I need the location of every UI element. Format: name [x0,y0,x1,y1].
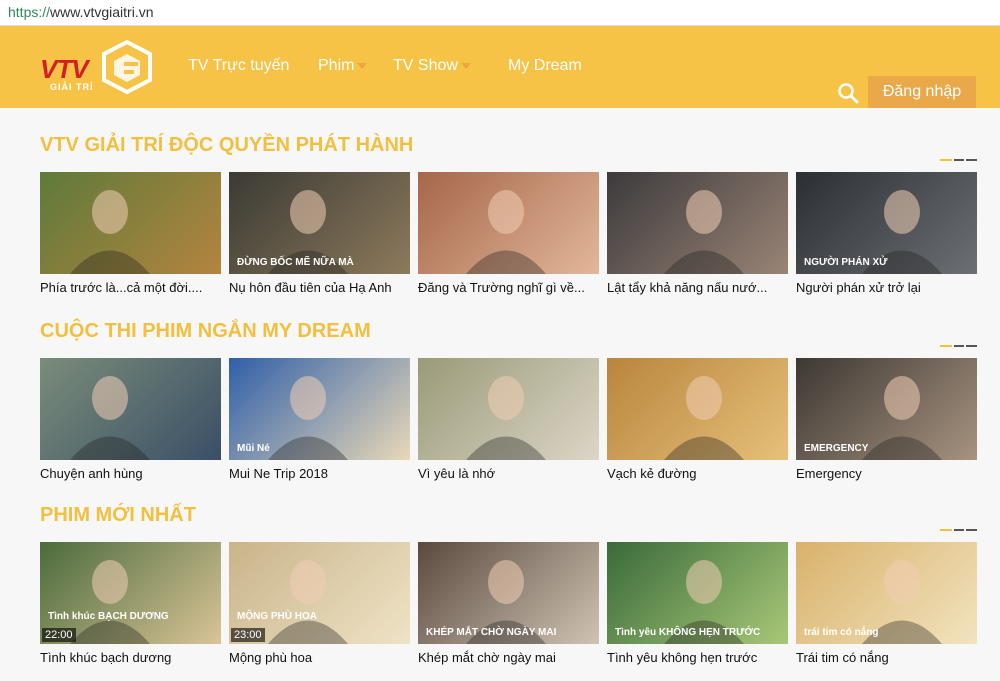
section-title: PHIM MỚI NHẤT [40,504,196,526]
video-title[interactable]: Nụ hôn đầu tiên của Hạ Anh [229,280,410,295]
video-title[interactable]: Chuyện anh hùng [40,466,221,481]
slider-dot[interactable] [940,159,952,161]
video-title[interactable]: Phía trước là...cả một đời.... [40,280,221,295]
thumbnail-caption: MỘNG PHÙ HOA [237,611,317,622]
slider-dot[interactable] [966,345,977,347]
video-thumbnail[interactable]: Mũi Né [229,358,410,460]
thumbnail-caption: KHÉP MẮT CHỜ NGÀY MAI [426,627,557,638]
search-icon[interactable] [837,82,859,104]
video-thumbnail[interactable] [418,172,599,274]
video-thumbnail[interactable] [607,358,788,460]
video-card[interactable]: Chuyện anh hùng [40,358,221,481]
video-thumbnail[interactable] [607,172,788,274]
nav-item-2[interactable]: TV Show [393,57,471,75]
site-logo[interactable]: VTV GIẢI TRÍ [38,40,153,94]
nav-item-3[interactable]: My Dream [508,57,582,75]
video-thumbnail[interactable]: trái tim có nắng [796,542,977,644]
thumbnail-figure [664,190,744,274]
slider-dot[interactable] [940,529,952,531]
video-thumbnail[interactable]: Tình khúc BẠCH DƯƠNG 22:00 [40,542,221,644]
slider-dot[interactable] [966,159,977,161]
video-thumbnail[interactable] [40,172,221,274]
section-title: CUỘC THI PHIM NGẮN MY DREAM [40,320,371,342]
video-thumbnail[interactable] [40,358,221,460]
video-title[interactable]: Trái tim có nắng [796,650,977,665]
thumbnail-caption: trái tim có nắng [804,627,879,638]
thumbnail-figure [664,376,744,460]
video-card[interactable]: Tình khúc BẠCH DƯƠNG 22:00 Tình khúc bạch … [40,542,221,665]
video-card[interactable]: Vạch kẻ đường [607,358,788,481]
airtime-badge: 23:00 [231,628,265,642]
site-header: VTV GIẢI TRÍ TV Trực tuyến Phim TV Show My … [0,26,1000,108]
video-title[interactable]: Tình yêu không hẹn trước [607,650,788,665]
video-card[interactable]: Mũi Né Mui Ne Trip 2018 [229,358,410,481]
video-card[interactable]: Tình yêu KHÔNG HẸN TRƯỚC Tình yêu không h… [607,542,788,665]
video-title[interactable]: Lật tẩy khả năng nấu nướ... [607,280,788,295]
video-thumbnail[interactable]: Tình yêu KHÔNG HẸN TRƯỚC [607,542,788,644]
video-title[interactable]: Tình khúc bạch dương [40,650,221,665]
video-card[interactable]: KHÉP MẮT CHỜ NGÀY MAI Khép mắt chờ ngày m… [418,542,599,665]
slider-pagination[interactable] [940,159,977,162]
nav-item-label: TV Show [393,57,458,74]
video-title[interactable]: Đăng và Trường nghĩ gì về... [418,280,599,295]
nav-item-label: Phim [318,57,355,74]
video-card[interactable]: NGƯỜI PHÁN XỬ Người phán xử trở lại [796,172,977,295]
thumbnail-caption: Mũi Né [237,443,270,454]
login-button[interactable]: Đăng nhập [868,76,976,108]
thumbnail-figure [466,190,546,274]
url-scheme: https:// [8,4,51,20]
chevron-down-icon [357,62,368,69]
thumbnail-caption: ĐỪNG BỐC MẼ NỮA MÀ [237,257,354,268]
chevron-down-icon [460,62,471,69]
nav-item-label: My Dream [508,57,582,74]
thumbnail-caption: Tình khúc BẠCH DƯƠNG [48,611,169,622]
url-host: www.vtvgiaitri.vn [50,4,154,20]
section-title: VTV GIẢI TRÍ ĐỘC QUYỀN PHÁT HÀNH [40,134,414,156]
video-card[interactable]: Vì yêu là nhớ [418,358,599,481]
video-card[interactable]: EMERGENCY Emergency [796,358,977,481]
thumbnail-figure [70,376,150,460]
slider-dot[interactable] [954,345,964,347]
video-thumbnail[interactable]: NGƯỜI PHÁN XỬ [796,172,977,274]
video-card[interactable]: ĐỪNG BỐC MẼ NỮA MÀ Nụ hôn đầu tiên của Hạ… [229,172,410,295]
slider-dot[interactable] [954,529,964,531]
video-thumbnail[interactable]: ĐỪNG BỐC MẼ NỮA MÀ [229,172,410,274]
video-thumbnail[interactable]: MỘNG PHÙ HOA 23:00 [229,542,410,644]
nav-item-0[interactable]: TV Trực tuyến [188,57,289,75]
logo-text: VTV [40,54,89,84]
thumbnail-figure [70,190,150,274]
slider-pagination[interactable] [940,529,977,532]
video-title[interactable]: Vì yêu là nhớ [418,466,599,481]
nav-item-label: TV Trực tuyến [188,57,290,74]
thumbnail-caption: Tình yêu KHÔNG HẸN TRƯỚC [615,627,761,638]
thumbnail-caption: EMERGENCY [804,443,869,454]
video-title[interactable]: Khép mắt chờ ngày mai [418,650,599,665]
logo-cube-icon [102,40,152,94]
logo-subtitle: GIẢI TRÍ [50,82,94,92]
video-thumbnail[interactable]: KHÉP MẮT CHỜ NGÀY MAI [418,542,599,644]
airtime-badge: 22:00 [42,628,76,642]
video-card[interactable]: MỘNG PHÙ HOA 23:00 Mộng phù hoa [229,542,410,665]
video-title[interactable]: Emergency [796,466,977,481]
video-title[interactable]: Vạch kẻ đường [607,466,788,481]
video-title[interactable]: Mộng phù hoa [229,650,410,665]
video-card[interactable]: Phía trước là...cả một đời.... [40,172,221,295]
thumbnail-caption: NGƯỜI PHÁN XỬ [804,257,888,268]
thumbnail-figure [466,376,546,460]
slider-dot[interactable] [954,159,964,161]
slider-pagination[interactable] [940,345,977,348]
video-title[interactable]: Mui Ne Trip 2018 [229,466,410,481]
address-bar[interactable]: https://www.vtvgiaitri.vn [0,0,1000,26]
nav-item-1[interactable]: Phim [318,57,368,75]
slider-dot[interactable] [966,529,977,531]
video-thumbnail[interactable]: EMERGENCY [796,358,977,460]
video-title[interactable]: Người phán xử trở lại [796,280,977,295]
slider-dot[interactable] [940,345,952,347]
video-card[interactable]: Đăng và Trường nghĩ gì về... [418,172,599,295]
video-card[interactable]: trái tim có nắng Trái tim có nắng [796,542,977,665]
video-thumbnail[interactable] [418,358,599,460]
video-card[interactable]: Lật tẩy khả năng nấu nướ... [607,172,788,295]
